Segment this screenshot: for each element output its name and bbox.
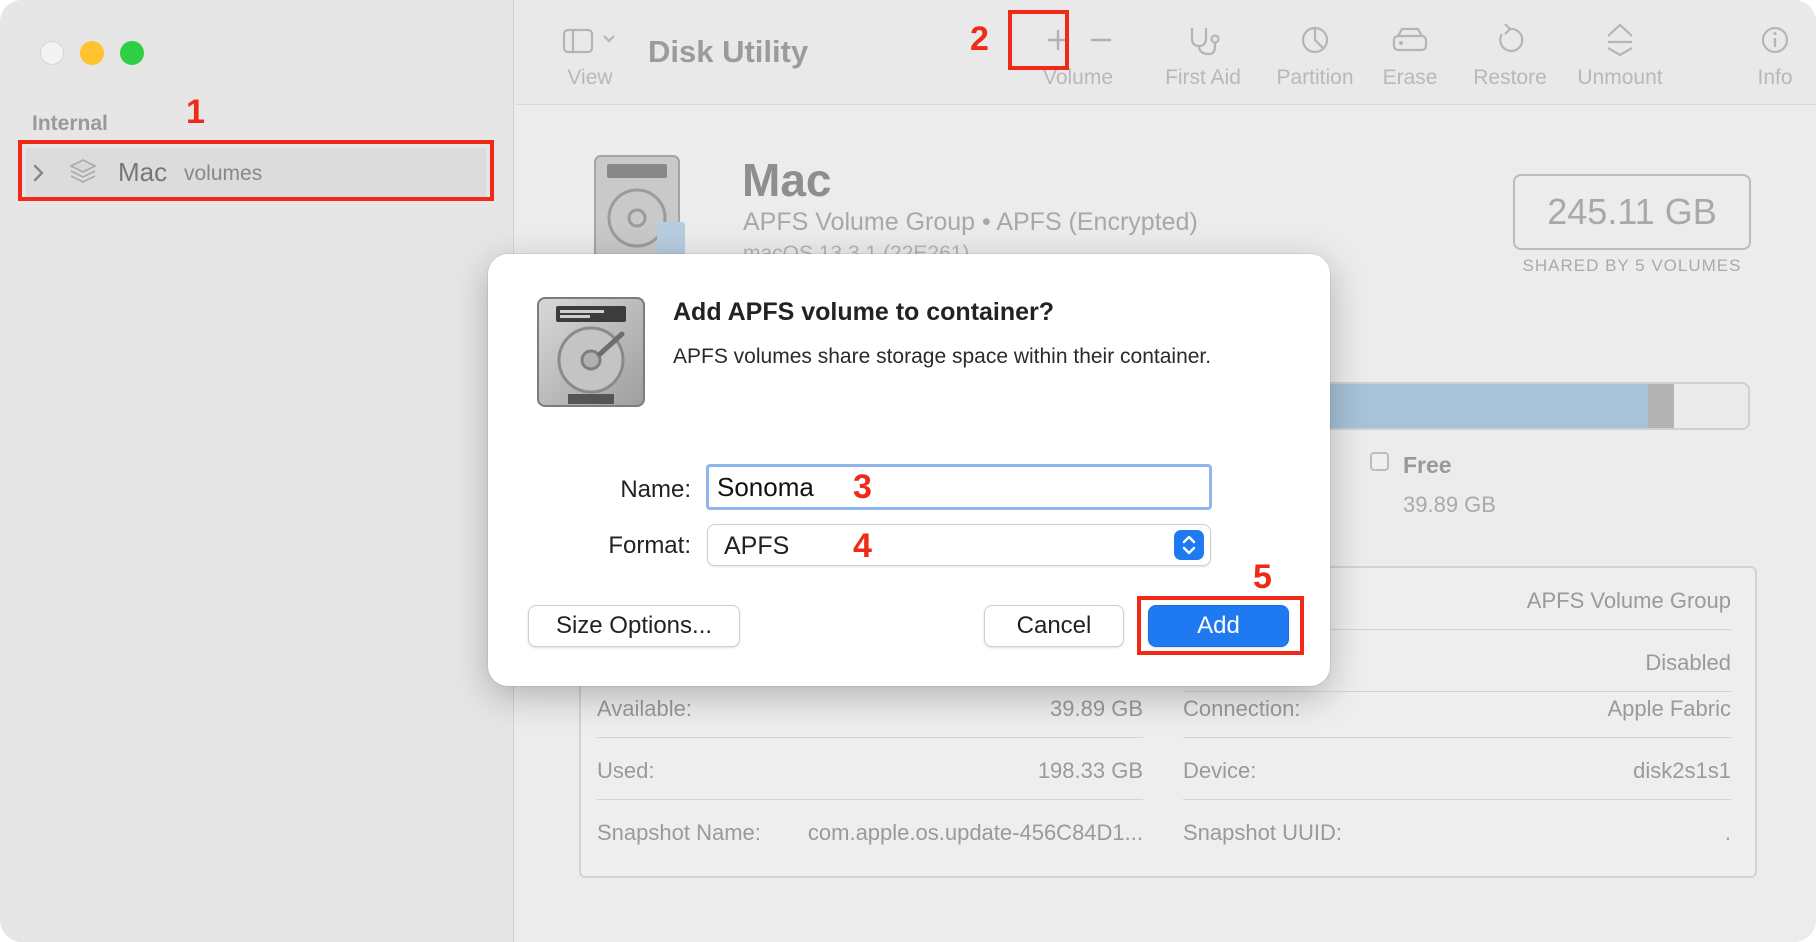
toolbar: View Disk Utility Volume First Aid Parti… xyxy=(515,0,1816,105)
info-row-snapshot-uuid: Snapshot UUID: . xyxy=(1183,800,1731,862)
first-aid-button[interactable]: First Aid xyxy=(1133,20,1273,90)
hard-drive-icon xyxy=(537,297,645,407)
volume-name: Mac xyxy=(742,154,832,206)
minimize-window-button[interactable] xyxy=(80,41,104,65)
info-key: Connection: xyxy=(1183,696,1301,721)
free-legend-value: 39.89 GB xyxy=(1403,492,1496,517)
dialog-title: Add APFS volume to container? xyxy=(673,298,1055,326)
stethoscope-icon xyxy=(1190,28,1220,56)
info-key: Device: xyxy=(1183,758,1257,783)
hard-drive-icon xyxy=(594,155,685,261)
annotation-number-4: 4 xyxy=(853,527,872,565)
erase-button[interactable]: Erase xyxy=(1360,20,1460,90)
info-value: 198.33 GB xyxy=(1037,758,1143,783)
eraser-icon xyxy=(1392,27,1428,52)
restore-icon xyxy=(1499,23,1524,52)
format-select[interactable]: APFS xyxy=(707,524,1211,566)
info-key: Snapshot Name: xyxy=(597,820,761,845)
info-value: APFS Volume Group xyxy=(1526,588,1731,613)
info-row-device: Device: disk2s1s1 xyxy=(1183,738,1731,800)
up-down-chevron-icon[interactable] xyxy=(1174,530,1204,560)
capacity-box: 245.11 GB xyxy=(1513,174,1751,250)
partition-button[interactable]: Partition xyxy=(1255,20,1375,90)
volume-type: APFS Volume Group • APFS (Encrypted) xyxy=(743,208,1198,236)
annotation-number-2: 2 xyxy=(970,20,989,58)
info-value: Disabled xyxy=(1645,650,1731,675)
annotation-box-5 xyxy=(1137,596,1304,655)
partition-label: Partition xyxy=(1276,66,1354,89)
restore-button[interactable]: Restore xyxy=(1450,20,1570,90)
annotation-box-1 xyxy=(18,140,494,201)
annotation-number-3: 3 xyxy=(853,468,872,506)
close-window-button[interactable] xyxy=(40,41,64,65)
info-label: Info xyxy=(1757,66,1793,89)
cancel-button[interactable]: Cancel xyxy=(984,605,1124,647)
restore-label: Restore xyxy=(1473,66,1547,89)
zoom-window-button[interactable] xyxy=(120,41,144,65)
disk-utility-window: Internal Mac volumes View Disk Utility V… xyxy=(0,0,1816,942)
info-row-snapshot-name: Snapshot Name: com.apple.os.update-456C8… xyxy=(597,800,1143,862)
info-key: Snapshot UUID: xyxy=(1183,820,1342,845)
capacity-subtitle: SHARED BY 5 VOLUMES xyxy=(1522,256,1742,275)
annotation-box-2 xyxy=(1008,10,1069,70)
first-aid-label: First Aid xyxy=(1165,66,1241,89)
info-value: com.apple.os.update-456C84D1... xyxy=(807,820,1143,845)
volume-name-input[interactable] xyxy=(706,464,1212,510)
size-options-button[interactable]: Size Options... xyxy=(528,605,740,647)
format-selected-value: APFS xyxy=(724,532,790,560)
free-legend-swatch xyxy=(1370,452,1389,471)
view-label: View xyxy=(567,66,613,89)
dialog-description: APFS volumes share storage space within … xyxy=(673,345,1212,368)
eject-icon xyxy=(1607,23,1633,57)
info-value: Apple Fabric xyxy=(1607,696,1731,721)
app-title: Disk Utility xyxy=(648,34,809,69)
view-button[interactable]: View xyxy=(550,20,630,90)
pie-icon xyxy=(1301,26,1329,54)
annotation-number-5: 5 xyxy=(1253,558,1272,596)
unmount-label: Unmount xyxy=(1577,66,1663,89)
sidebar-section-internal: Internal xyxy=(32,112,108,135)
info-key: Used: xyxy=(597,758,655,783)
info-icon xyxy=(1761,26,1789,54)
info-value: . xyxy=(1724,820,1731,845)
annotation-number-1: 1 xyxy=(186,93,205,131)
erase-label: Erase xyxy=(1382,66,1438,89)
info-button[interactable]: Info xyxy=(1740,20,1810,90)
name-field-label: Name: xyxy=(620,476,691,503)
info-value: disk2s1s1 xyxy=(1633,758,1731,783)
info-key: Available: xyxy=(597,696,692,721)
unmount-button[interactable]: Unmount xyxy=(1555,20,1685,90)
info-row-used: Used: 198.33 GB xyxy=(597,738,1143,800)
format-field-label: Format: xyxy=(608,532,691,559)
sidebar-view-icon xyxy=(562,28,615,54)
free-legend-label: Free xyxy=(1403,452,1452,478)
info-value: 39.89 GB xyxy=(1050,696,1143,721)
usage-bar-other xyxy=(1648,384,1675,428)
